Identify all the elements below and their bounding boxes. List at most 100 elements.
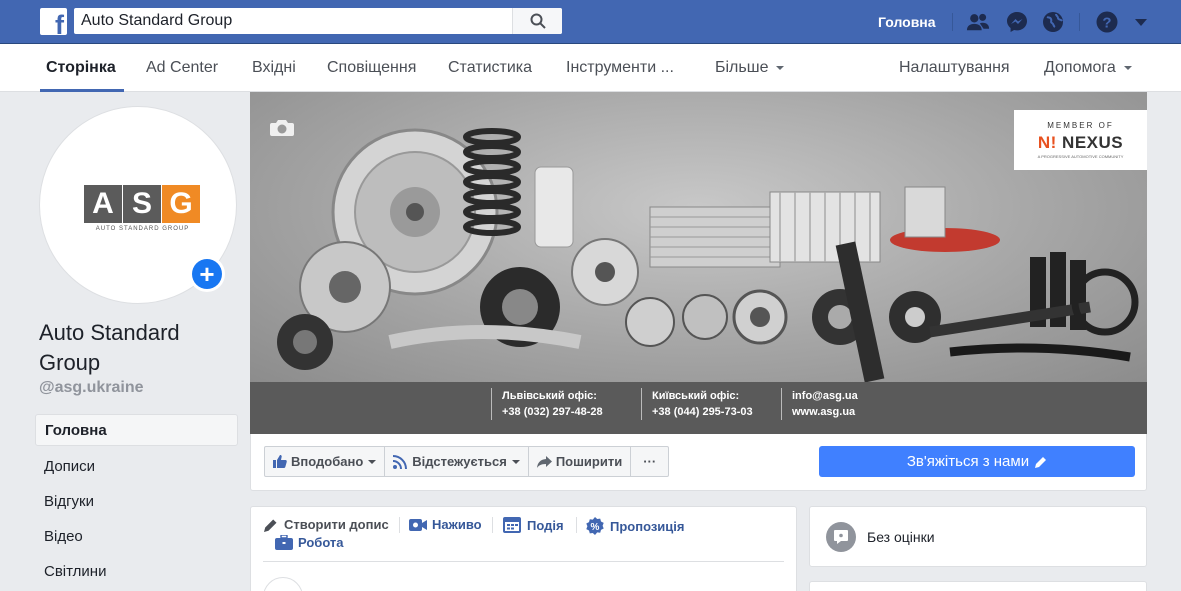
contact-title: Київський офіс:: [652, 390, 740, 402]
chevron-down-icon: [511, 459, 520, 464]
job-button[interactable]: Робота: [275, 535, 344, 550]
notifications-globe-icon[interactable]: [1041, 10, 1065, 34]
live-video-button[interactable]: Наживо: [409, 517, 482, 532]
divider: [263, 561, 784, 562]
divider: [952, 13, 953, 31]
tab-insights[interactable]: Статистика: [448, 44, 532, 92]
following-button[interactable]: Відстежується: [385, 447, 529, 476]
create-post-button[interactable]: Створити допис: [264, 517, 389, 532]
contact-kyiv-office: Київський офіс: +38 (044) 295-73-03: [641, 388, 753, 420]
plus-icon: +: [192, 259, 222, 289]
tab-page[interactable]: Сторінка: [40, 44, 124, 92]
cover-contact-bar: Львівський офіс: +38 (032) 297-48-28 Киї…: [250, 382, 1147, 434]
account-menu-caret-icon[interactable]: [1129, 10, 1153, 34]
tab-help-label: Допомога: [1044, 59, 1116, 76]
event-button[interactable]: Подія: [503, 517, 564, 533]
messenger-icon[interactable]: [1005, 10, 1029, 34]
tab-inbox[interactable]: Вхідні: [252, 44, 296, 92]
asg-logo-letter: S: [123, 185, 161, 223]
contact-email-web: info@asg.ua www.asg.ua: [781, 388, 858, 420]
divider: [492, 517, 493, 533]
search-button[interactable]: [512, 8, 562, 34]
review-speech-bubble-icon: [826, 522, 856, 552]
rss-follow-icon: [393, 454, 408, 469]
tab-tools[interactable]: Інструменти ...: [566, 44, 674, 92]
sidebar-item-videos[interactable]: Відео: [35, 519, 238, 554]
facebook-logo-icon[interactable]: f: [40, 8, 67, 35]
sidebar-item-home[interactable]: Головна: [35, 414, 238, 446]
divider: [576, 517, 577, 533]
job-label: Робота: [298, 535, 344, 550]
event-label: Подія: [527, 517, 564, 533]
tab-help[interactable]: Допомога: [1044, 44, 1132, 92]
live-video-label: Наживо: [432, 517, 482, 532]
pencil-icon: [1035, 456, 1047, 468]
svg-text:%: %: [591, 522, 600, 533]
sidebar-item-reviews[interactable]: Відгуки: [35, 484, 238, 519]
nexus-member-of: MEMBER OF: [1047, 121, 1114, 130]
pencil-icon: [264, 519, 277, 532]
liked-button[interactable]: Вподобано: [265, 447, 386, 476]
chevron-down-icon: [368, 459, 377, 464]
page-username[interactable]: @asg.ukraine: [39, 379, 144, 397]
tab-notifications[interactable]: Сповіщення: [327, 44, 416, 92]
svg-text:?: ?: [1102, 15, 1111, 32]
sidebar-item-photos[interactable]: Світлини: [35, 554, 238, 589]
action-button-group: Вподобано Відстежується Поширити ···: [264, 446, 670, 477]
search-box: [74, 8, 562, 34]
offer-label: Пропозиція: [610, 518, 685, 534]
friend-requests-icon[interactable]: [966, 10, 990, 34]
contact-title: Львівський офіс:: [502, 390, 597, 402]
contact-us-button[interactable]: Зв'яжіться з нами: [819, 446, 1135, 477]
home-link[interactable]: Головна: [866, 0, 948, 44]
contact-lviv-office: Львівський офіс: +38 (032) 297-48-28: [491, 388, 603, 420]
page-action-bar: Вподобано Відстежується Поширити ··· Зв'…: [250, 434, 1147, 491]
contact-value: +38 (032) 297-48-28: [502, 406, 603, 418]
chevron-down-icon: [776, 66, 785, 70]
facebook-logo-letter: f: [55, 10, 64, 36]
divider: [399, 517, 400, 533]
help-question-icon[interactable]: ?: [1095, 10, 1119, 34]
contact-value: www.asg.ua: [792, 406, 856, 418]
calendar-icon: [503, 517, 521, 533]
create-post-card: Створити допис Наживо Подія % Пропозиція…: [250, 506, 797, 591]
update-profile-picture-button[interactable]: +: [189, 256, 225, 292]
offer-percent-icon: %: [586, 517, 604, 535]
cover-image: [250, 92, 1147, 383]
top-bar: f Головна ?: [0, 0, 1181, 44]
contact-value: +38 (044) 295-73-03: [652, 406, 753, 418]
more-options-button[interactable]: ···: [631, 447, 668, 476]
tab-settings[interactable]: Налаштування: [899, 44, 1010, 92]
page-nav-bar: Сторінка Ad Center Вхідні Сповіщення Ста…: [0, 44, 1181, 92]
more-dots-icon: ···: [643, 454, 657, 469]
page-title[interactable]: Auto Standard Group: [39, 318, 239, 378]
chevron-down-icon: [1123, 66, 1132, 70]
liked-label: Вподобано: [291, 454, 364, 469]
asg-logo-letter: A: [84, 185, 122, 223]
share-arrow-icon: [536, 455, 552, 468]
tab-more[interactable]: Більше: [715, 44, 785, 92]
camera-icon[interactable]: [270, 118, 294, 142]
page-sidebar-menu: Головна Дописи Відгуки Відео Світлини: [35, 414, 238, 589]
cover-photo[interactable]: MEMBER OF N! NEXUS A PROGRESSIVE AUTOMOT…: [250, 92, 1147, 434]
share-label: Поширити: [555, 454, 623, 469]
rating-status-text[interactable]: Без оцінки: [867, 529, 935, 545]
contact-us-label: Зв'яжіться з нами: [906, 453, 1030, 470]
right-column-card: [809, 581, 1147, 591]
following-label: Відстежується: [412, 454, 507, 469]
offer-button[interactable]: % Пропозиція: [586, 517, 685, 535]
rating-card: Без оцінки: [809, 506, 1147, 567]
nexus-logo-text: N! NEXUS: [1014, 133, 1147, 153]
thumbs-up-icon: [273, 455, 287, 468]
share-button[interactable]: Поширити: [529, 447, 632, 476]
tab-more-label: Більше: [715, 59, 769, 76]
asg-logo: A S G: [84, 185, 201, 223]
sidebar-item-posts[interactable]: Дописи: [35, 449, 238, 484]
nexus-tagline: A PROGRESSIVE AUTOMOTIVE COMMUNITY: [1037, 154, 1124, 159]
search-input[interactable]: [74, 8, 512, 34]
tab-ad-center[interactable]: Ad Center: [146, 44, 218, 92]
composer-avatar: [263, 577, 303, 591]
nexus-logo-word: NEXUS: [1062, 133, 1124, 152]
divider: [1079, 13, 1080, 31]
contact-title: info@asg.ua: [792, 390, 858, 402]
